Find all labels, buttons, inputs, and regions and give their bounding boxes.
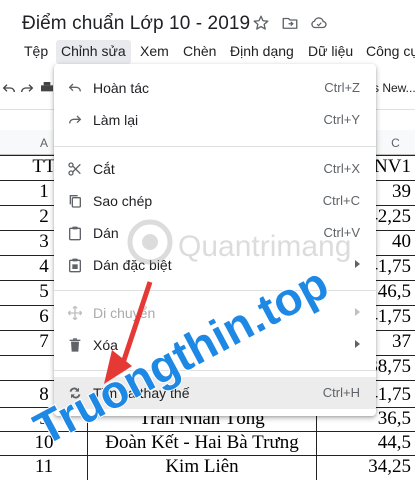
column-header-c[interactable]: C xyxy=(376,130,415,155)
clipboard-icon xyxy=(67,225,83,241)
cloud-status-icon[interactable] xyxy=(310,14,328,32)
move-arrows-icon xyxy=(67,305,83,321)
row-score: 46,5 xyxy=(377,281,411,302)
document-title[interactable]: Điểm chuẩn Lớp 10 - 2019 xyxy=(22,13,250,35)
copy-icon xyxy=(67,193,83,209)
menu-edit[interactable]: Chỉnh sửa xyxy=(56,40,131,64)
row-name: Đoàn Kết - Hai Bà Trưng xyxy=(105,432,299,453)
trash-icon xyxy=(67,337,83,353)
menu-item-shortcut: Ctrl+H xyxy=(322,385,360,400)
menu-item-redo[interactable]: Làm lại Ctrl+Y xyxy=(54,104,376,136)
title-bar: Điểm chuẩn Lớp 10 - 2019 xyxy=(0,0,415,40)
row-score: 39 xyxy=(392,181,411,202)
menu-item-label: Di chuyển xyxy=(93,305,156,321)
menu-bar: Tệp Chỉnh sửa Xem Chèn Định dạng Dữ liệu… xyxy=(0,40,415,64)
menu-separator xyxy=(54,370,376,371)
clipboard-special-icon xyxy=(67,257,83,273)
redo-icon[interactable] xyxy=(18,80,36,96)
star-icon[interactable] xyxy=(252,14,270,32)
font-family-select[interactable]: s New... xyxy=(373,81,415,95)
menu-separator xyxy=(54,290,376,291)
folder-move-icon[interactable] xyxy=(281,14,299,32)
menu-item-paste[interactable]: Dán Ctrl+V xyxy=(54,217,376,249)
row-score: 44,5 xyxy=(377,432,411,453)
undo-icon xyxy=(67,80,83,96)
row-score: 37 xyxy=(392,331,411,352)
menu-item-label: Dán xyxy=(93,225,119,241)
redo-icon xyxy=(67,112,83,128)
menu-item-paste-special[interactable]: Dán đặc biệt xyxy=(54,249,376,281)
row-name: Kim Liên xyxy=(165,456,239,477)
row-tt: 10 xyxy=(34,432,54,453)
menu-item-label: Cắt xyxy=(93,161,115,177)
menu-item-label: Tìm và thay thế xyxy=(93,385,190,401)
menu-item-delete[interactable]: Xóa xyxy=(54,329,376,361)
menu-insert[interactable]: Chèn xyxy=(183,43,216,59)
menu-item-shortcut: Ctrl+V xyxy=(323,225,360,240)
menu-item-shortcut: Ctrl+Y xyxy=(323,112,360,127)
menu-item-shortcut: Ctrl+Z xyxy=(324,80,360,95)
row-score: 40 xyxy=(392,231,411,252)
menu-item-copy[interactable]: Sao chép Ctrl+C xyxy=(54,185,376,217)
menu-item-shortcut: Ctrl+C xyxy=(322,193,360,208)
menu-item-label: Sao chép xyxy=(93,193,153,209)
menu-item-label: Hoàn tác xyxy=(93,80,150,96)
row-score: 34,25 xyxy=(368,456,411,477)
menu-item-label: Làm lại xyxy=(93,112,139,128)
scissors-icon xyxy=(67,161,83,177)
menu-item-find-replace[interactable]: Tìm và thay thế Ctrl+H xyxy=(54,377,376,409)
menu-file[interactable]: Tệp xyxy=(24,43,48,59)
edit-menu-dropdown: Hoàn tác Ctrl+Z Làm lại Ctrl+Y Cắt Ctrl+… xyxy=(54,64,376,416)
row-tt: 11 xyxy=(34,456,54,477)
menu-item-label: Dán đặc biệt xyxy=(93,257,172,273)
menu-separator xyxy=(54,146,376,147)
menu-item-cut[interactable]: Cắt Ctrl+X xyxy=(54,153,376,185)
menu-view[interactable]: Xem xyxy=(140,43,169,59)
find-replace-icon xyxy=(67,385,83,401)
row-score: 36,5 xyxy=(377,408,411,429)
submenu-arrow-icon xyxy=(355,308,360,316)
menu-item-move[interactable]: Di chuyển xyxy=(54,297,376,329)
menu-item-undo[interactable]: Hoàn tác Ctrl+Z xyxy=(54,72,376,104)
menu-tools[interactable]: Công cụ xyxy=(366,43,415,59)
submenu-arrow-icon xyxy=(355,340,360,348)
menu-format[interactable]: Định dạng xyxy=(230,43,294,59)
submenu-arrow-icon xyxy=(355,260,360,268)
menu-item-shortcut: Ctrl+X xyxy=(323,161,360,176)
menu-data[interactable]: Dữ liệu xyxy=(308,43,353,59)
header-score: NV1 xyxy=(374,156,411,177)
menu-item-label: Xóa xyxy=(93,337,118,353)
undo-icon[interactable] xyxy=(0,80,18,96)
